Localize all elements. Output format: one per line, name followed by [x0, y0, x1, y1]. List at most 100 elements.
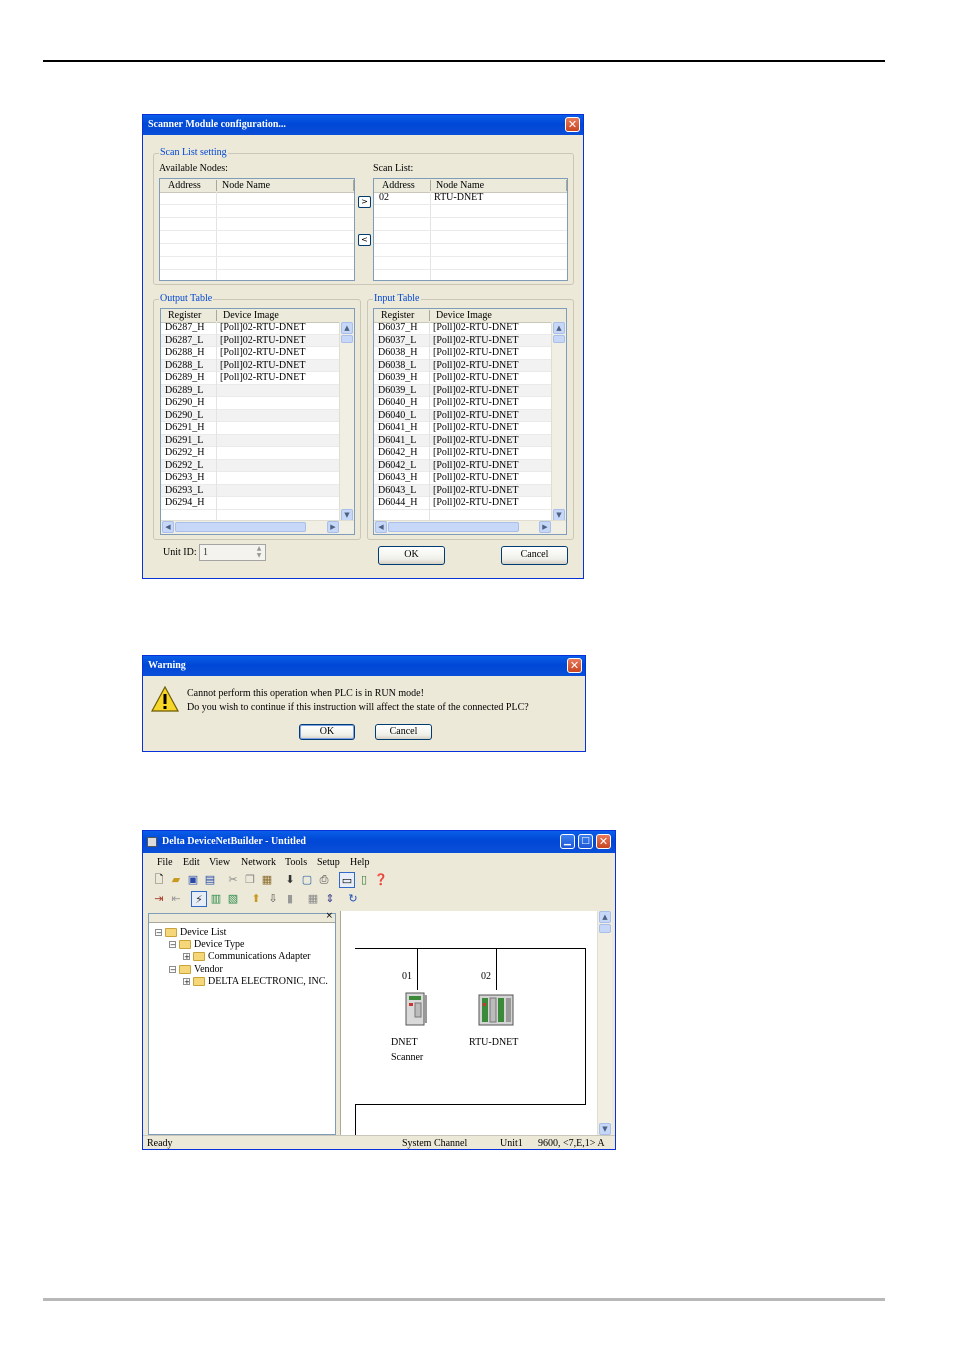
tree-delta-electronic[interactable]: + DELTA ELECTRONIC, INC. — [183, 976, 328, 987]
col-register[interactable]: Register — [168, 310, 201, 321]
output-table[interactable]: Register Device Image D6287_H [Poll]02-RT… — [160, 308, 355, 535]
table-row[interactable]: D6287_L [Poll]02-RTU-DNET — [161, 334, 341, 347]
collapse-icon[interactable]: − — [169, 966, 176, 974]
tree-device-list[interactable]: − Device List — [155, 927, 226, 938]
table-row[interactable]: D6043_L [Poll]02-RTU-DNET — [374, 484, 554, 497]
table-row[interactable]: D6291_H — [161, 422, 341, 435]
collapse-icon[interactable]: − — [169, 941, 176, 949]
online-icon[interactable]: ⚡ — [191, 891, 207, 907]
scan-list[interactable]: Address Node Name 02 RTU-DNET — [373, 178, 568, 281]
scroll-right-icon[interactable]: ▶ — [539, 521, 551, 533]
tree-communications-adapter[interactable]: + Communications Adapter — [183, 951, 311, 962]
table-row[interactable]: D6293_H — [161, 472, 341, 485]
scroll-thumb[interactable] — [599, 924, 611, 933]
available-nodes-list[interactable]: Address Node Name — [159, 178, 355, 281]
scroll-down-icon[interactable]: ▼ — [599, 1123, 611, 1135]
scroll-left-icon[interactable]: ◀ — [162, 521, 174, 533]
table-row[interactable]: D6291_L — [161, 434, 341, 447]
new-file-icon[interactable]: 🗋 — [151, 872, 167, 888]
close-icon[interactable]: ✕ — [596, 834, 611, 849]
col-address[interactable]: Address — [382, 180, 415, 191]
message-icon[interactable]: ▯ — [356, 872, 372, 888]
horizontal-scrollbar[interactable]: ◀ ▶ — [161, 520, 354, 534]
table-row[interactable]: D6040_L [Poll]02-RTU-DNET — [374, 409, 554, 422]
rtu-dnet-icon[interactable] — [477, 991, 517, 1027]
table-row[interactable]: D6042_H [Poll]02-RTU-DNET — [374, 447, 554, 460]
refresh-icon[interactable]: ↻ — [345, 891, 361, 907]
expand-icon[interactable]: + — [183, 978, 190, 986]
scroll-left-icon[interactable]: ◀ — [375, 521, 387, 533]
tree-vendor[interactable]: − Vendor — [169, 964, 223, 975]
title-bar[interactable]: Delta DeviceNetBuilder - Untitled ▁ □ ✕ — [143, 831, 615, 853]
table-row[interactable]: D6041_H [Poll]02-RTU-DNET — [374, 422, 554, 435]
download-icon[interactable]: ⬇ — [282, 872, 298, 888]
list-item[interactable]: 02 RTU-DNET — [374, 192, 567, 205]
tree-device-type[interactable]: − Device Type — [169, 939, 244, 950]
table-row[interactable]: D6042_L [Poll]02-RTU-DNET — [374, 459, 554, 472]
col-node-name[interactable]: Node Name — [222, 180, 270, 191]
table-row[interactable]: D6293_L — [161, 484, 341, 497]
ok-button[interactable]: OK — [299, 724, 355, 740]
scroll-up-icon[interactable]: ▲ — [599, 911, 611, 923]
table-row[interactable]: D6038_H [Poll]02-RTU-DNET — [374, 347, 554, 360]
scroll-right-icon[interactable]: ▶ — [327, 521, 339, 533]
table-row[interactable]: D6288_H [Poll]02-RTU-DNET — [161, 347, 341, 360]
upload-icon[interactable]: ⬆ — [248, 891, 264, 907]
menu-view[interactable]: View — [209, 857, 230, 868]
save-all-icon[interactable]: ▤ — [202, 872, 218, 888]
grid-icon[interactable]: ▦ — [305, 891, 321, 907]
col-address[interactable]: Address — [168, 180, 201, 191]
table-row[interactable]: D6289_H [Poll]02-RTU-DNET — [161, 372, 341, 385]
scroll-thumb[interactable] — [388, 522, 519, 532]
vertical-scrollbar[interactable]: ▲ ▼ — [339, 322, 354, 521]
menu-edit[interactable]: Edit — [183, 857, 200, 868]
scan-network-icon[interactable]: ▥ — [208, 891, 224, 907]
menu-setup[interactable]: Setup — [317, 857, 340, 868]
download-device-icon[interactable]: ⇩ — [265, 891, 281, 907]
table-row[interactable]: D6294_H — [161, 497, 341, 510]
open-folder-icon[interactable]: ▰ — [168, 872, 184, 888]
table-row[interactable]: D6289_L — [161, 384, 341, 397]
view-toggle-icon[interactable]: ▭ — [339, 872, 355, 888]
cancel-button[interactable]: Cancel — [501, 546, 568, 565]
paste-icon[interactable]: ▦ — [259, 872, 275, 888]
print-preview-icon[interactable]: ▢ — [299, 872, 315, 888]
table-row[interactable]: D6044_H [Poll]02-RTU-DNET — [374, 497, 554, 510]
title-bar[interactable]: Warning ✕ — [143, 656, 585, 676]
expand-icon[interactable]: + — [183, 953, 190, 961]
vertical-scrollbar[interactable]: ▲ ▼ — [597, 911, 612, 1135]
table-row[interactable]: D6292_L — [161, 459, 341, 472]
scroll-thumb[interactable] — [175, 522, 306, 532]
vertical-scrollbar[interactable]: ▲ ▼ — [551, 322, 566, 521]
copy-icon[interactable]: ❐ — [242, 872, 258, 888]
table-row[interactable]: D6040_H [Poll]02-RTU-DNET — [374, 397, 554, 410]
scroll-thumb[interactable] — [341, 335, 353, 343]
table-row[interactable]: D6290_H — [161, 397, 341, 410]
dnet-scanner-icon[interactable] — [403, 991, 429, 1027]
table-row[interactable]: D6038_L [Poll]02-RTU-DNET — [374, 359, 554, 372]
cancel-button[interactable]: Cancel — [375, 724, 432, 740]
table-row[interactable]: D6292_H — [161, 447, 341, 460]
cut-icon[interactable]: ✂ — [225, 872, 241, 888]
close-icon[interactable]: ✕ — [565, 117, 580, 132]
network-canvas[interactable]: 01 02 DNET Scanner RTU-DNET ▲ ▼ — [340, 911, 612, 1135]
horizontal-scrollbar[interactable]: ◀ ▶ — [374, 520, 566, 534]
input-table[interactable]: Register Device Image D6037_H [Poll]02-RT… — [373, 308, 567, 535]
save-icon[interactable]: ▣ — [185, 872, 201, 888]
col-node-name[interactable]: Node Name — [436, 180, 484, 191]
col-device-image[interactable]: Device Image — [436, 310, 492, 321]
pane-close-icon[interactable]: × — [325, 911, 333, 921]
menu-file[interactable]: File — [157, 857, 173, 868]
collapse-icon[interactable]: − — [155, 929, 162, 937]
close-icon[interactable]: ✕ — [567, 658, 582, 673]
table-row[interactable]: D6043_H [Poll]02-RTU-DNET — [374, 472, 554, 485]
login-icon[interactable]: ⇥ — [151, 891, 167, 907]
help-icon[interactable]: ❓ — [373, 872, 389, 888]
scroll-thumb[interactable] — [553, 335, 565, 343]
title-bar[interactable]: Scanner Module configuration... ✕ — [143, 115, 583, 135]
table-row[interactable]: D6039_L [Poll]02-RTU-DNET — [374, 384, 554, 397]
table-row[interactable]: D6037_H [Poll]02-RTU-DNET — [374, 322, 554, 335]
scroll-up-icon[interactable]: ▲ — [553, 322, 565, 334]
col-register[interactable]: Register — [381, 310, 414, 321]
stop-scan-icon[interactable]: ▧ — [225, 891, 241, 907]
